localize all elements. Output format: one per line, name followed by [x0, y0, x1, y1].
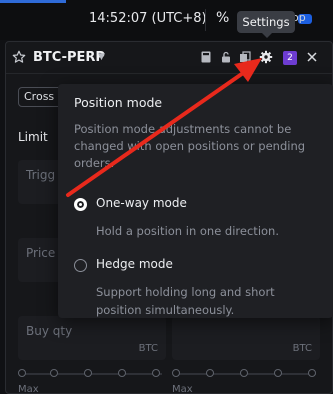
tab-limit[interactable]: Limit: [18, 130, 48, 144]
slider-step[interactable]: [118, 369, 126, 377]
option-label: One-way mode: [96, 196, 187, 210]
max-left-label: Max: [18, 384, 39, 394]
margin-mode-label: Cross: [24, 90, 55, 103]
option-description: Support holding long and short position …: [96, 285, 275, 317]
clock-text: 14:52:07 (UTC+8): [89, 11, 207, 26]
radio-selected-icon[interactable]: [74, 198, 87, 211]
sell-qty-field[interactable]: BTC: [172, 316, 320, 360]
trigger-label: Trigg: [26, 168, 56, 182]
notification-badge[interactable]: 2: [283, 51, 297, 65]
percent-icon[interactable]: %: [216, 10, 229, 26]
lock-icon[interactable]: [219, 50, 233, 64]
slider-step[interactable]: [152, 369, 160, 377]
sell-unit: BTC: [292, 343, 312, 354]
calculator-icon[interactable]: [199, 50, 213, 64]
price-label: Price: [26, 246, 56, 260]
sell-slider-handle[interactable]: [172, 369, 180, 377]
close-icon[interactable]: [305, 50, 319, 64]
buy-qty-label: Buy qty: [26, 324, 73, 338]
caret-down-icon[interactable]: ▼: [98, 52, 105, 62]
buy-unit: BTC: [138, 343, 158, 354]
gear-icon[interactable]: [259, 50, 273, 64]
option-label: Hedge mode: [96, 257, 173, 271]
position-mode-popover: Position mode Position mode adjustments …: [58, 84, 333, 318]
slider-step[interactable]: [274, 369, 282, 377]
buy-slider-handle[interactable]: [18, 369, 26, 377]
slider-step[interactable]: [308, 369, 316, 377]
slider-step[interactable]: [50, 369, 58, 377]
market-title[interactable]: BTC-PERP: [33, 50, 105, 65]
copy-icon[interactable]: [238, 50, 252, 64]
max-right-label: Max: [172, 384, 193, 394]
position-mode-title: Position mode: [74, 95, 163, 110]
option-description: Hold a position in one direction.: [96, 224, 279, 238]
radio-unselected-icon[interactable]: [74, 259, 87, 272]
position-mode-description: Position mode adjustments cannot be chan…: [74, 122, 306, 170]
slider-step[interactable]: [240, 369, 248, 377]
active-tab-indicator: [0, 0, 66, 3]
buy-slider-track[interactable]: [22, 373, 162, 375]
buy-qty-field[interactable]: Buy qty BTC: [18, 316, 166, 360]
slider-step[interactable]: [84, 369, 92, 377]
divider: [205, 9, 206, 31]
star-icon[interactable]: [12, 50, 26, 64]
slider-step[interactable]: [206, 369, 214, 377]
panel-header: BTC-PERP ▼ 2: [6, 42, 332, 74]
settings-tooltip: Settings: [237, 11, 295, 38]
